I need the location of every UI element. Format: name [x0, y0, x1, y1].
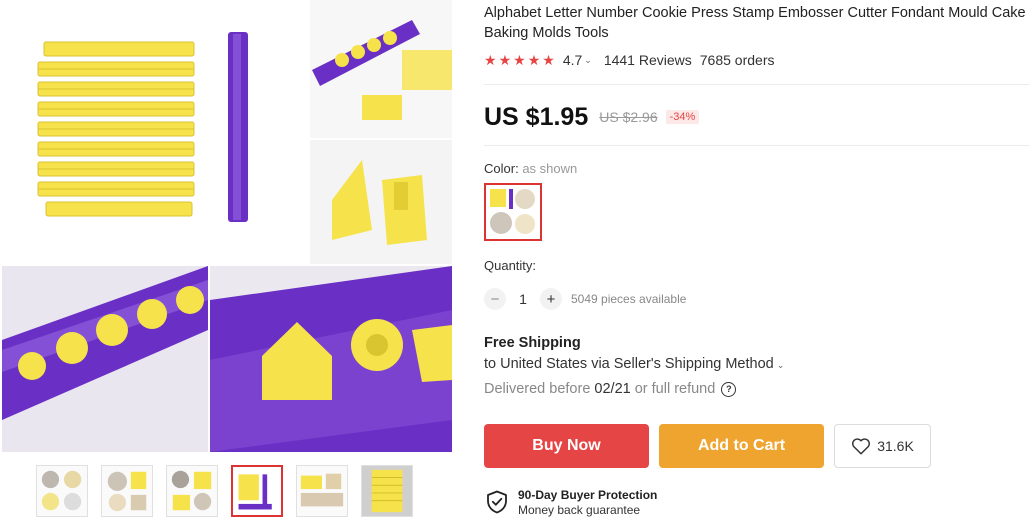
quantity-increment-button[interactable]: + — [540, 288, 562, 310]
color-swatch-selected[interactable] — [484, 183, 542, 241]
quantity-decrement-button[interactable]: − — [484, 288, 506, 310]
color-label-text: Color: — [484, 161, 519, 176]
wishlist-button[interactable]: 31.6K — [834, 424, 931, 468]
discount-badge: -34% — [665, 110, 700, 124]
main-product-image[interactable] — [2, 0, 452, 452]
shipping-title: Free Shipping — [484, 335, 581, 351]
color-label: Color: as shown — [484, 161, 577, 176]
delivery-suffix: or full refund — [634, 381, 716, 397]
buyer-protection: 90-Day Buyer Protection Money back guara… — [486, 488, 657, 518]
thumbnail-4[interactable] — [231, 465, 283, 517]
shield-check-icon — [486, 490, 508, 514]
star-icon: ★ — [527, 52, 541, 68]
question-circle-icon[interactable]: ? — [721, 381, 737, 397]
orders-count: 7685 orders — [699, 52, 775, 68]
reviews-link[interactable]: 1441 Reviews — [604, 52, 692, 68]
divider — [484, 145, 1029, 146]
rating-row: ★ ★ ★ ★ ★ 4.7 ⌄ 1441 Reviews 7685 orders — [484, 50, 774, 70]
product-gallery — [0, 0, 456, 527]
star-icon: ★ — [542, 52, 555, 68]
original-price: US $2.96 — [599, 109, 658, 125]
delivery-estimate: Delivered before 02/21 or full refund ? — [484, 381, 737, 397]
delivery-date: 02/21 — [594, 381, 631, 397]
protection-subtitle: Money back guarantee — [518, 503, 641, 517]
current-price: US $1.95 — [484, 102, 589, 131]
shipping-method[interactable]: to United States via Seller's Shipping M… — [484, 356, 784, 372]
delivery-prefix: Delivered before — [484, 381, 591, 397]
protection-title: 90-Day Buyer Protection — [518, 488, 658, 502]
divider — [484, 84, 1029, 85]
thumbnail-3[interactable] — [166, 465, 218, 517]
add-to-cart-button[interactable]: Add to Cart — [659, 424, 824, 468]
star-icon: ★ — [513, 52, 526, 68]
thumbnail-2[interactable] — [101, 465, 153, 517]
shipping-method-text[interactable]: to United States via Seller's Shipping M… — [484, 356, 774, 372]
thumbnail-6[interactable] — [361, 465, 413, 517]
thumbnail-1[interactable] — [36, 465, 88, 517]
chevron-down-icon[interactable]: ⌄ — [584, 55, 592, 66]
protection-text: 90-Day Buyer Protection Money back guara… — [518, 488, 657, 518]
rating-stars: ★ ★ ★ ★ ★ — [484, 53, 555, 67]
color-selected-value: as shown — [522, 161, 578, 176]
quantity-input[interactable]: 1 — [506, 291, 540, 307]
rating-value[interactable]: 4.7 — [563, 52, 582, 68]
quantity-stepper: − 1 + 5049 pieces available — [484, 288, 686, 310]
heart-icon — [851, 437, 871, 455]
buy-now-button[interactable]: Buy Now — [484, 424, 649, 468]
star-icon: ★ — [498, 52, 512, 68]
price-row: US $1.95 US $2.96 -34% — [484, 101, 700, 133]
pieces-available: 5049 pieces available — [571, 292, 687, 306]
quantity-label: Quantity: — [484, 258, 537, 273]
wishlist-count: 31.6K — [877, 438, 914, 454]
star-icon: ★ — [484, 52, 497, 68]
thumbnail-5[interactable] — [296, 465, 348, 517]
product-title: Alphabet Letter Number Cookie Press Stam… — [484, 5, 1026, 41]
chevron-down-icon[interactable]: ⌄ — [777, 360, 785, 370]
